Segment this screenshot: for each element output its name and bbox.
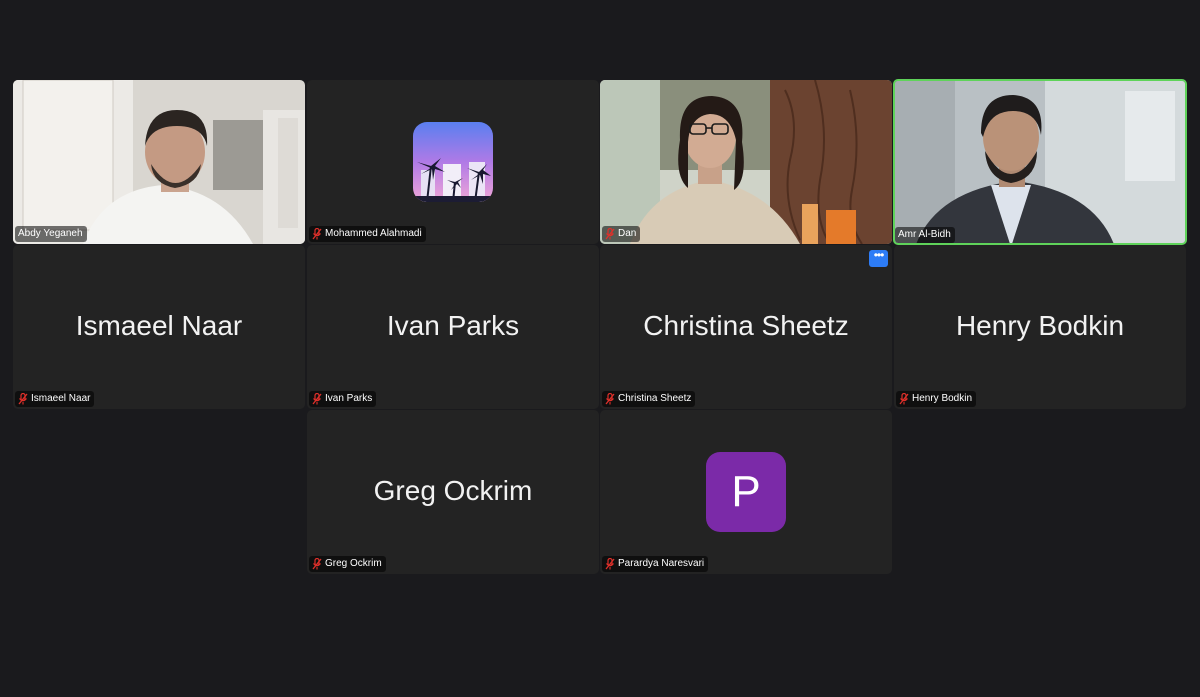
video-tile-amr-al-bidh[interactable]: Amr Al-Bidh	[893, 79, 1187, 245]
participant-name-tag: Parardya Naresvari	[602, 556, 709, 572]
participant-name-tag: Greg Ockrim	[309, 556, 386, 572]
participant-display-name: Henry Bodkin	[955, 310, 1125, 341]
participant-name: Henry Bodkin	[912, 393, 973, 404]
participant-name-tag: Ismaeel Naar	[15, 391, 95, 407]
muted-mic-icon	[312, 393, 322, 405]
video-tile-greg-ockrim[interactable]: Greg Ockrim Greg Ockrim	[307, 410, 599, 574]
muted-mic-icon	[605, 558, 615, 570]
video-tile-henry-bodkin[interactable]: Henry Bodkin Henry Bodkin	[894, 245, 1186, 409]
profile-picture	[413, 122, 493, 202]
muted-mic-icon	[312, 558, 322, 570]
video-tile-ivan-parks[interactable]: Ivan Parks Ivan Parks	[307, 245, 599, 409]
video-tile-dan[interactable]: Dan	[600, 80, 892, 244]
muted-mic-icon	[605, 228, 615, 240]
participant-name: Parardya Naresvari	[618, 558, 705, 569]
participant-name: Amr Al-Bidh	[898, 229, 951, 240]
participant-name-tag: Dan	[602, 226, 641, 242]
participant-name: Christina Sheetz	[618, 393, 692, 404]
participant-display-name: Christina Sheetz	[643, 310, 849, 341]
participant-display-name: Ivan Parks	[386, 310, 520, 341]
participant-name: Ivan Parks	[325, 393, 373, 404]
participant-video	[13, 80, 305, 244]
participant-name-tag: Amr Al-Bidh	[895, 227, 955, 243]
muted-mic-icon	[605, 393, 615, 405]
muted-mic-icon	[899, 393, 909, 405]
participant-video	[895, 81, 1185, 243]
participant-display-name: Ismaeel Naar	[75, 310, 243, 341]
participant-display-name: Greg Ockrim	[373, 475, 533, 506]
video-tile-parardya-naresvari[interactable]: P Parardya Naresvari	[600, 410, 892, 574]
video-tile-mohammed-alahmadi[interactable]: Mohammed Alahmadi	[307, 80, 599, 244]
participant-name-tag: Henry Bodkin	[896, 391, 977, 407]
muted-mic-icon	[312, 228, 322, 240]
avatar: P	[706, 452, 786, 532]
video-tile-christina-sheetz[interactable]: Christina Sheetz Christina Sheetz	[600, 245, 892, 409]
video-tile-ismaeel-naar[interactable]: Ismaeel Naar Ismaeel Naar	[13, 245, 305, 409]
participant-name: Mohammed Alahmadi	[325, 228, 422, 239]
participant-name-tag: Mohammed Alahmadi	[309, 226, 426, 242]
muted-mic-icon	[18, 393, 28, 405]
video-tile-abdy-yeganeh[interactable]: Abdy Yeganeh	[13, 80, 305, 244]
participant-video	[600, 80, 892, 244]
participant-name-tag: Abdy Yeganeh	[15, 226, 87, 242]
more-options-button[interactable]: •••	[869, 249, 888, 267]
participant-name-tag: Ivan Parks	[309, 391, 377, 407]
participant-name: Dan	[618, 228, 637, 239]
participant-name-tag: Christina Sheetz	[602, 391, 696, 407]
participant-name: Ismaeel Naar	[31, 393, 91, 404]
participant-name: Greg Ockrim	[325, 558, 382, 569]
participant-name: Abdy Yeganeh	[18, 228, 83, 239]
